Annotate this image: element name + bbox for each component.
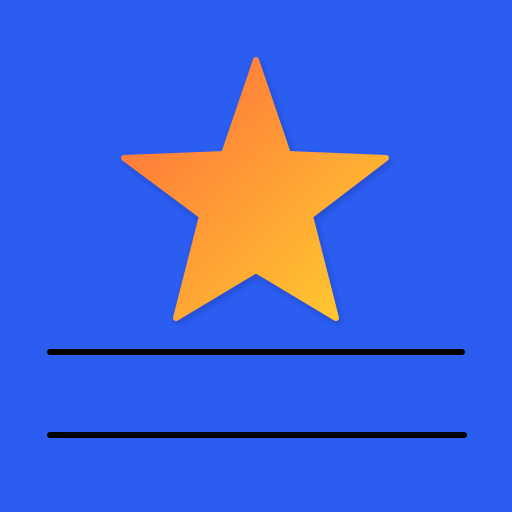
app-icon-canvas: [0, 0, 512, 512]
icon-artwork: [0, 0, 512, 512]
